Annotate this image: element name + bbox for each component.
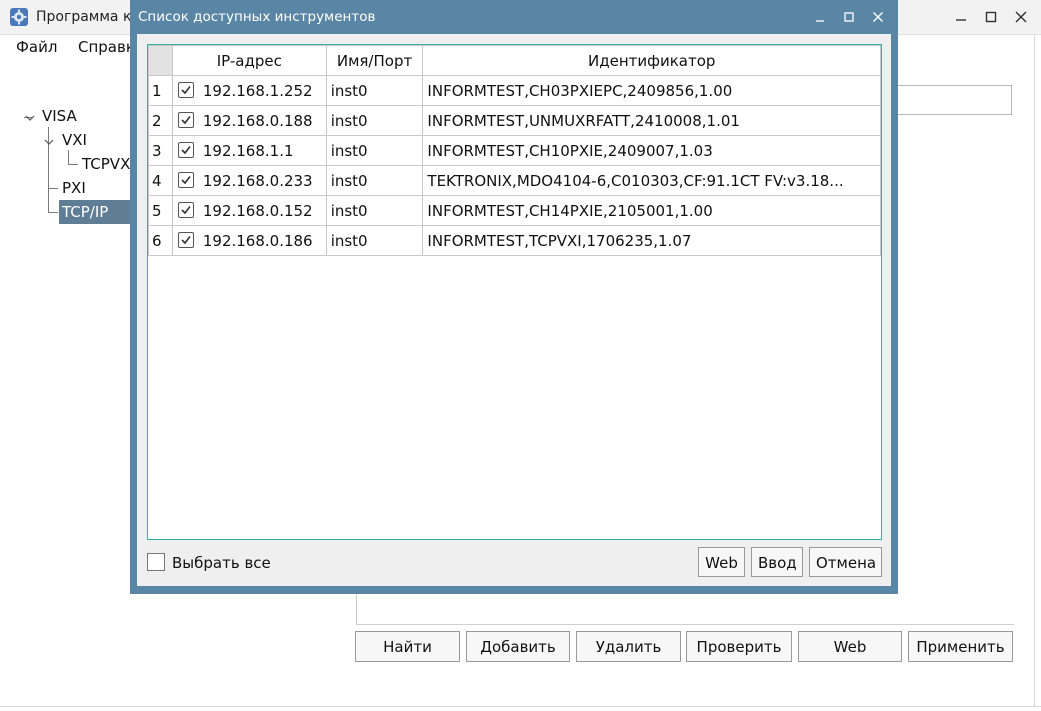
- row-number[interactable]: 2: [148, 105, 173, 136]
- table-row[interactable]: 5 192.168.0.152 inst0 INFORMTEST,CH14PXIE,2…: [148, 195, 881, 226]
- menu-file[interactable]: Файл: [16, 38, 57, 56]
- dialog-titlebar[interactable]: Список доступных инструментов: [130, 0, 898, 34]
- corner-cell[interactable]: [148, 45, 173, 76]
- ip-cell[interactable]: 192.168.0.233: [171, 165, 327, 196]
- instrument-table: IP-адрес Имя/Порт Идентификатор 1 192.168…: [148, 45, 881, 256]
- select-all-checkbox[interactable]: [147, 553, 165, 571]
- main-window-title: Программа ко: [36, 9, 140, 25]
- panel-divider: [356, 624, 1014, 625]
- row-number[interactable]: 6: [148, 225, 173, 256]
- web-button[interactable]: Web: [798, 631, 902, 662]
- web-button[interactable]: Web: [698, 547, 745, 577]
- find-button[interactable]: Найти: [355, 631, 460, 662]
- row-number[interactable]: 5: [148, 195, 173, 226]
- identifier-cell[interactable]: INFORMTEST,CH10PXIE,2409007,1.03: [422, 135, 881, 166]
- ip-address: 192.168.0.152: [202, 201, 313, 220]
- identifier-cell[interactable]: INFORMTEST,CH03PXIEPC,2409856,1.00: [422, 75, 881, 106]
- port-cell[interactable]: inst0: [325, 135, 424, 166]
- minimize-icon[interactable]: [812, 9, 828, 25]
- table-row[interactable]: 3 192.168.1.1 inst0 INFORMTEST,CH10PXIE,240…: [148, 135, 881, 166]
- tree-item-tcpip[interactable]: TCP/IP: [62, 203, 108, 221]
- identifier-cell[interactable]: INFORMTEST,TCPVXI,1706235,1.07: [422, 225, 881, 256]
- table-row[interactable]: 6 192.168.0.186 inst0 INFORMTEST,TCPVXI,170…: [148, 225, 881, 256]
- ip-cell[interactable]: 192.168.0.186: [171, 225, 327, 256]
- delete-button[interactable]: Удалить: [576, 631, 681, 662]
- tree-item-visa[interactable]: VISA: [42, 107, 77, 125]
- table-row[interactable]: 2 192.168.0.188 inst0 INFORMTEST,UNMUXRFATT…: [148, 105, 881, 136]
- panel-divider: [356, 590, 357, 625]
- tree-item-pxi[interactable]: PXI: [62, 179, 86, 197]
- dialog-title: Список доступных инструментов: [138, 9, 376, 25]
- minimize-icon[interactable]: [952, 8, 970, 26]
- dialog-body: IP-адрес Имя/Порт Идентификатор 1 192.168…: [137, 34, 891, 586]
- check-button[interactable]: Проверить: [686, 631, 792, 662]
- table-row[interactable]: 1 192.168.1.252 inst0 INFORMTEST,CH03PXIEPC…: [148, 75, 881, 106]
- chevron-down-icon[interactable]: [24, 110, 36, 128]
- column-header-port[interactable]: Имя/Порт: [325, 45, 424, 76]
- identifier-cell[interactable]: TEKTRONIX,MDO4104-6,C010303,CF:91.1CT FV…: [422, 165, 881, 196]
- port-cell[interactable]: inst0: [325, 75, 424, 106]
- chevron-down-icon[interactable]: [43, 134, 55, 152]
- gear-app-icon: [10, 8, 28, 26]
- close-icon[interactable]: [1012, 8, 1030, 26]
- row-number[interactable]: 4: [148, 165, 173, 196]
- instrument-table-frame: IP-адрес Имя/Порт Идентификатор 1 192.168…: [147, 44, 882, 540]
- address-field[interactable]: [895, 85, 1012, 115]
- enter-button[interactable]: Ввод: [751, 547, 803, 577]
- table-header-row: IP-адрес Имя/Порт Идентификатор: [148, 45, 881, 76]
- port-cell[interactable]: inst0: [325, 165, 424, 196]
- tree-item-tcpvxi[interactable]: TCPVX: [82, 155, 130, 173]
- cancel-button[interactable]: Отмена: [809, 547, 882, 577]
- port-cell[interactable]: inst0: [325, 225, 424, 256]
- add-button[interactable]: Добавить: [466, 631, 570, 662]
- window-border: [0, 706, 1041, 707]
- ip-cell[interactable]: 192.168.0.188: [171, 105, 327, 136]
- ip-cell[interactable]: 192.168.0.152: [171, 195, 327, 226]
- port-cell[interactable]: inst0: [325, 195, 424, 226]
- row-checkbox[interactable]: [177, 112, 194, 128]
- row-checkbox[interactable]: [177, 172, 194, 188]
- ip-address: 192.168.1.252: [202, 81, 313, 100]
- port-cell[interactable]: inst0: [325, 105, 424, 136]
- tree-item-vxi[interactable]: VXI: [62, 131, 87, 149]
- menu-help[interactable]: Справк: [78, 38, 135, 56]
- row-checkbox[interactable]: [177, 202, 194, 218]
- instrument-list-dialog: Список доступных инструментов IP-адрес И…: [130, 0, 898, 594]
- table-row[interactable]: 4 192.168.0.233 inst0 TEKTRONIX,MDO4104-6,C…: [148, 165, 881, 196]
- ip-address: 192.168.0.186: [202, 231, 313, 250]
- row-checkbox[interactable]: [177, 142, 194, 158]
- row-number[interactable]: 1: [148, 75, 173, 106]
- row-checkbox[interactable]: [177, 82, 194, 98]
- ip-cell[interactable]: 192.168.1.252: [171, 75, 327, 106]
- maximize-icon[interactable]: [841, 9, 857, 25]
- ip-cell[interactable]: 192.168.1.1: [171, 135, 327, 166]
- select-all-label: Выбрать все: [172, 554, 271, 572]
- row-number[interactable]: 3: [148, 135, 173, 166]
- ip-address: 192.168.1.1: [202, 141, 294, 160]
- close-icon[interactable]: [870, 9, 886, 25]
- identifier-cell[interactable]: INFORMTEST,UNMUXRFATT,2410008,1.01: [422, 105, 881, 136]
- maximize-icon[interactable]: [982, 8, 1000, 26]
- column-header-ip[interactable]: IP-адрес: [171, 45, 327, 76]
- row-checkbox[interactable]: [177, 232, 194, 248]
- identifier-cell[interactable]: INFORMTEST,CH14PXIE,2105001,1.00: [422, 195, 881, 226]
- apply-button[interactable]: Применить: [908, 631, 1013, 662]
- ip-address: 192.168.0.233: [202, 171, 313, 190]
- column-header-identifier[interactable]: Идентификатор: [422, 45, 881, 76]
- ip-address: 192.168.0.188: [202, 111, 313, 130]
- window-border: [1034, 34, 1035, 706]
